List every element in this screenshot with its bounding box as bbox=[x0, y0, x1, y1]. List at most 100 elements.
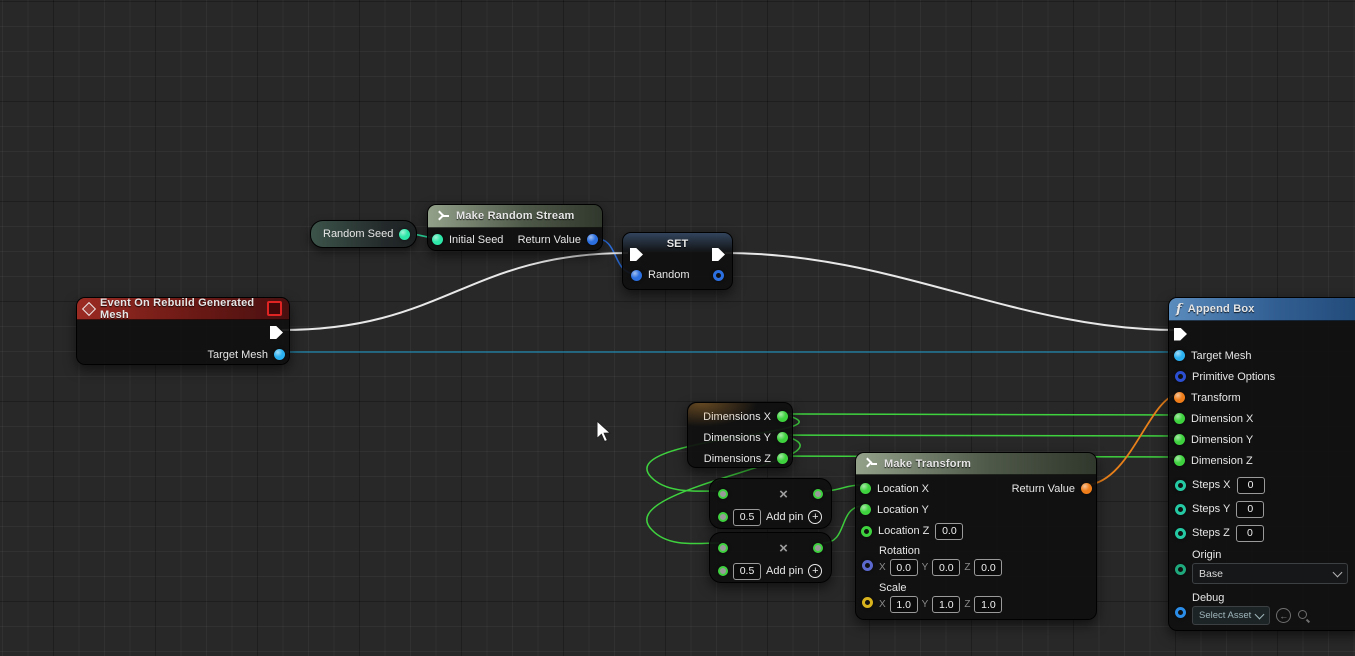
steps-y-pin[interactable] bbox=[1175, 503, 1186, 515]
function-icon: f bbox=[1176, 301, 1182, 317]
dimensions-x-pin[interactable] bbox=[777, 411, 788, 422]
dimension-y-pin[interactable] bbox=[1174, 434, 1185, 445]
appendbox-exec-in-pin[interactable] bbox=[1174, 327, 1187, 341]
dimension-y-label: Dimension Y bbox=[1191, 433, 1254, 446]
multiply2-input-a-pin[interactable] bbox=[718, 543, 728, 553]
steps-x-label: Steps X bbox=[1192, 479, 1231, 491]
return-value-pin[interactable] bbox=[587, 234, 598, 245]
multiply2-operator: × bbox=[779, 539, 788, 557]
rotation-label: Rotation bbox=[879, 545, 920, 557]
multiply2-add-pin-button[interactable]: + bbox=[808, 564, 823, 578]
node-dimensions[interactable]: Dimensions X Dimensions Y Dimensions Z bbox=[687, 402, 793, 468]
debug-asset-dropdown[interactable]: Select Asset bbox=[1192, 606, 1271, 625]
rotation-z-value-box[interactable]: 0.0 bbox=[974, 559, 1003, 576]
event-exec-out-pin[interactable] bbox=[270, 326, 283, 339]
steps-z-label: Steps Z bbox=[1192, 527, 1230, 539]
dimensions-y-label: Dimensions Y bbox=[703, 431, 771, 444]
node-set-random[interactable]: SET Random bbox=[622, 232, 733, 290]
node-multiply-1[interactable]: × 0.5 Add pin + bbox=[709, 478, 832, 529]
steps-x-pin[interactable] bbox=[1175, 479, 1186, 491]
transform-label: Transform bbox=[1191, 391, 1241, 404]
set-random-out-pin[interactable] bbox=[713, 269, 724, 281]
rotation-x-value-box[interactable]: 0.0 bbox=[889, 559, 918, 576]
dimensions-y-pin[interactable] bbox=[777, 432, 788, 443]
debug-selected-value: Select Asset bbox=[1199, 610, 1252, 621]
origin-pin[interactable] bbox=[1175, 564, 1186, 575]
rotation-y-value-box[interactable]: 0.0 bbox=[932, 559, 961, 576]
node-random-seed[interactable]: Random Seed bbox=[310, 220, 418, 248]
steps-y-value-box[interactable]: 0 bbox=[1236, 500, 1265, 518]
steps-z-value-box[interactable]: 0 bbox=[1235, 524, 1264, 542]
event-red-badge-icon[interactable] bbox=[267, 301, 282, 316]
use-selected-asset-icon[interactable]: ← bbox=[1276, 608, 1292, 623]
mouse-cursor bbox=[596, 420, 612, 443]
location-y-label: Location Y bbox=[877, 503, 929, 516]
location-z-pin[interactable] bbox=[861, 525, 872, 537]
multiply2-add-pin-label: Add pin bbox=[766, 565, 804, 577]
multiply2-value-box[interactable]: 0.5 bbox=[733, 562, 761, 580]
pure-function-icon bbox=[435, 211, 450, 222]
multiply1-input-a-pin[interactable] bbox=[718, 489, 728, 499]
browse-asset-icon[interactable] bbox=[1297, 609, 1310, 622]
multiply2-input-b-pin[interactable] bbox=[718, 566, 728, 576]
make-random-stream-title: Make Random Stream bbox=[456, 210, 575, 222]
primitive-options-label: Primitive Options bbox=[1192, 370, 1276, 383]
multiply1-add-pin-button[interactable]: + bbox=[808, 510, 823, 524]
scale-x-value-box[interactable]: 1.0 bbox=[889, 596, 918, 613]
multiply1-output-pin[interactable] bbox=[812, 489, 823, 499]
scale-z-value-box[interactable]: 1.0 bbox=[974, 596, 1003, 613]
initial-seed-pin[interactable] bbox=[432, 234, 443, 245]
location-z-label: Location Z bbox=[878, 525, 930, 537]
appendbox-target-mesh-pin[interactable] bbox=[1174, 350, 1185, 361]
multiply1-add-pin-label: Add pin bbox=[766, 511, 804, 523]
location-z-value-box[interactable]: 0.0 bbox=[935, 522, 964, 540]
dimension-z-pin[interactable] bbox=[1174, 455, 1185, 466]
dimensions-z-label: Dimensions Z bbox=[703, 452, 771, 465]
initial-seed-label: Initial Seed bbox=[449, 233, 504, 246]
event-title: Event On Rebuild Generated Mesh bbox=[100, 296, 255, 321]
chevron-down-icon bbox=[1332, 567, 1343, 577]
steps-x-value-box[interactable]: 0 bbox=[1236, 476, 1265, 494]
node-make-random-stream[interactable]: Make Random Stream Initial Seed Return V… bbox=[427, 204, 603, 251]
wire-dimx-appendbox bbox=[780, 413, 1178, 416]
node-event-on-rebuild[interactable]: Event On Rebuild Generated Mesh Target M… bbox=[76, 297, 290, 365]
wire-dimy-appendbox bbox=[780, 434, 1178, 437]
multiply1-input-b-pin[interactable] bbox=[718, 512, 728, 522]
random-seed-label: Random Seed bbox=[323, 228, 394, 240]
append-box-header[interactable]: f Append Box bbox=[1169, 298, 1355, 321]
make-transform-header[interactable]: Make Transform bbox=[856, 453, 1096, 475]
event-target-mesh-label: Target Mesh bbox=[207, 348, 268, 361]
location-x-label: Location X bbox=[877, 482, 929, 495]
debug-pin[interactable] bbox=[1175, 607, 1186, 618]
location-y-pin[interactable] bbox=[860, 504, 871, 515]
multiply1-value-box[interactable]: 0.5 bbox=[733, 508, 761, 526]
node-make-transform[interactable]: Make Transform Location X Return Value L… bbox=[855, 452, 1097, 620]
multiply2-output-pin[interactable] bbox=[812, 543, 823, 553]
wire-exec-set-appendbox bbox=[724, 252, 1178, 331]
steps-z-pin[interactable] bbox=[1175, 527, 1186, 539]
mt-return-value-pin[interactable] bbox=[1081, 483, 1092, 494]
blueprint-graph-canvas[interactable]: Random Seed Make Random Stream Initial S… bbox=[0, 0, 1355, 656]
dimensions-x-label: Dimensions X bbox=[703, 410, 771, 423]
scale-y-value-box[interactable]: 1.0 bbox=[932, 596, 961, 613]
event-header[interactable]: Event On Rebuild Generated Mesh bbox=[77, 296, 289, 321]
wire-transform bbox=[1086, 393, 1178, 486]
event-target-mesh-pin[interactable] bbox=[274, 349, 285, 360]
dimension-x-pin[interactable] bbox=[1174, 413, 1185, 424]
transform-pin[interactable] bbox=[1174, 392, 1185, 403]
rotation-x-axis-label: X bbox=[879, 562, 886, 573]
node-append-box[interactable]: f Append Box Target Mesh Primitive Optio… bbox=[1168, 297, 1355, 631]
origin-dropdown[interactable]: Base bbox=[1192, 563, 1348, 584]
set-random-in-pin[interactable] bbox=[631, 269, 642, 281]
primitive-options-pin[interactable] bbox=[1175, 371, 1186, 382]
random-seed-output-pin[interactable] bbox=[399, 228, 411, 240]
scale-z-axis-label: Z bbox=[964, 599, 971, 610]
multiply1-operator: × bbox=[779, 485, 788, 503]
make-random-stream-header[interactable]: Make Random Stream bbox=[428, 205, 602, 228]
scale-pin[interactable] bbox=[862, 597, 873, 608]
dimensions-z-pin[interactable] bbox=[777, 453, 788, 464]
node-multiply-2[interactable]: × 0.5 Add pin + bbox=[709, 532, 832, 583]
rotation-pin[interactable] bbox=[862, 560, 873, 571]
location-x-pin[interactable] bbox=[860, 483, 871, 494]
scale-y-axis-label: Y bbox=[921, 599, 929, 610]
